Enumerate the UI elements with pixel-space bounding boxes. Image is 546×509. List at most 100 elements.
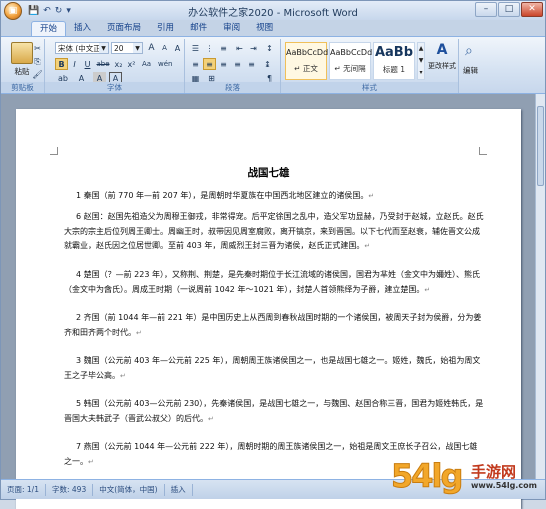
sort-icon[interactable]: ↕ xyxy=(263,42,276,54)
tab-3[interactable]: 引用 xyxy=(149,21,182,36)
editing-group: ⌕ 编辑 xyxy=(459,39,489,93)
watermark-url: www.54lg.com xyxy=(471,481,537,490)
style-sample: AaBb xyxy=(374,45,414,60)
paragraph-mark-icon: ↵ xyxy=(364,242,371,250)
document-title: 战国七雄 xyxy=(247,167,290,179)
paragraph: 4 楚国（？—前 223 年），又称荆、荆楚，是先秦时期位于长江流域的诸侯国，国… xyxy=(64,268,484,297)
minimize-button[interactable]: – xyxy=(475,2,497,17)
editing-button-label[interactable]: 编辑 xyxy=(463,65,478,76)
styles-scroll[interactable]: ▲ ▼ ▾ xyxy=(417,42,425,80)
numbering-icon[interactable]: ⋮ xyxy=(203,42,216,54)
style-name: ↵ 正文 xyxy=(294,64,318,73)
clipboard-group-label: 剪贴板 xyxy=(1,82,44,93)
find-icon[interactable]: ⌕ xyxy=(465,43,473,59)
scrollbar-thumb[interactable] xyxy=(537,106,544,186)
style-no-spacing[interactable]: AaBbCcDd ↵ 无间隔 xyxy=(329,42,373,80)
vertical-scrollbar[interactable] xyxy=(535,94,545,479)
paragraph: 2 齐国（前 1044 年—前 221 年）是中国历史上从西周到春秋战国时期的一… xyxy=(64,311,484,340)
superscript-button[interactable]: x² xyxy=(125,58,138,70)
style-heading-1[interactable]: AaBb 标题 1 xyxy=(373,42,415,80)
tab-2[interactable]: 页面布局 xyxy=(99,21,149,36)
title-bar: ▣ 💾 ↶ ↻ ▾ 办公软件之家2020 - Microsoft Word – … xyxy=(1,1,545,20)
crop-mark xyxy=(50,147,58,155)
cut-icon[interactable]: ✂ xyxy=(31,42,44,54)
chevron-down-icon: ▼ xyxy=(99,43,108,53)
paste-icon[interactable] xyxy=(11,42,33,64)
justify-icon[interactable]: ≡ xyxy=(231,58,244,70)
change-case-button[interactable]: Aa xyxy=(139,58,154,70)
change-styles-button[interactable]: A 更改样式 xyxy=(427,42,457,71)
status-language[interactable]: 中文(简体，中国) xyxy=(93,483,165,496)
distributed-icon[interactable]: ≡ xyxy=(245,58,258,70)
phonetic-guide-button[interactable]: wén xyxy=(157,58,172,70)
paragraph: 3 魏国（公元前 403 年—公元前 225 年），周朝周王族诸侯国之一，也是战… xyxy=(64,354,484,383)
styles-group: AaBbCcDd ↵ 正文 AaBbCcDd ↵ 无间隔 AaBb 标题 1 ▲… xyxy=(281,39,459,93)
font-size-combo[interactable]: 20 ▼ xyxy=(111,42,143,54)
paragraph-mark-icon: ↵ xyxy=(136,328,142,337)
decrease-indent-icon[interactable]: ⇤ xyxy=(233,42,246,54)
font-group-label: 字体 xyxy=(45,82,184,93)
paragraph-mark-icon: ↵ xyxy=(424,285,431,294)
status-page[interactable]: 页面: 1/1 xyxy=(1,483,46,496)
document-page[interactable]: 战国七雄 1 秦国（前 770 年—前 207 年），是周朝时华夏族在中国西北地… xyxy=(16,109,521,509)
paragraph-text: 3 魏国（公元前 403 年—公元前 225 年），周朝周王族诸侯国之一，也是战… xyxy=(64,356,481,380)
style-name: 标题 1 xyxy=(382,65,406,74)
font-group: 宋体 (中文正) ▼ 20 ▼ A A A B I U abe x₂ x² Aa w… xyxy=(45,39,185,93)
align-center-icon[interactable]: ≡ xyxy=(203,58,216,70)
style-normal[interactable]: AaBbCcDd ↵ 正文 xyxy=(285,42,329,80)
status-words[interactable]: 字数: 493 xyxy=(46,483,94,496)
style-name: ↵ 无间隔 xyxy=(334,64,366,73)
paragraph-text: 2 齐国（前 1044 年—前 221 年）是中国历史上从西周到春秋战国时期的一… xyxy=(64,313,482,337)
increase-indent-icon[interactable]: ⇥ xyxy=(247,42,260,54)
tab-4[interactable]: 邮件 xyxy=(182,21,215,36)
clear-format-button[interactable]: A xyxy=(171,42,184,54)
site-watermark: 54lg 手游网 www.54lg.com xyxy=(390,457,541,497)
close-button[interactable]: ✕ xyxy=(521,2,543,17)
paragraph-text: 4 楚国（？—前 223 年），又称荆、荆楚，是先秦时期位于长江流域的诸侯国，国… xyxy=(64,270,480,294)
styles-group-label: 样式 xyxy=(281,82,458,93)
status-mode[interactable]: 插入 xyxy=(165,483,193,496)
crop-mark xyxy=(479,147,487,155)
copy-icon[interactable]: ⎘ xyxy=(31,55,44,67)
tab-1[interactable]: 插入 xyxy=(66,21,99,36)
font-name-combo[interactable]: 宋体 (中文正) ▼ xyxy=(55,42,109,54)
align-right-icon[interactable]: ≡ xyxy=(217,58,230,70)
strikethrough-button[interactable]: abe xyxy=(95,58,111,70)
style-sample: AaBbCcDd xyxy=(330,48,373,57)
change-styles-label: 更改样式 xyxy=(428,62,456,70)
tab-6[interactable]: 视图 xyxy=(248,21,281,36)
watermark-logo: 54lg xyxy=(390,457,463,496)
bullets-icon[interactable]: ☰ xyxy=(189,42,202,54)
document-area: 战国七雄 1 秦国（前 770 年—前 207 年），是周朝时华夏族在中国西北地… xyxy=(1,94,535,509)
line-spacing-icon[interactable]: ↨ xyxy=(261,58,274,70)
chevron-down-icon: ▼ xyxy=(133,43,142,53)
bold-button[interactable]: B xyxy=(55,58,68,70)
font-size-value: 20 xyxy=(114,44,124,53)
multilevel-list-icon[interactable]: ≡ xyxy=(217,42,230,54)
clipboard-group: 粘贴 ✂ ⎘ 🖌 剪贴板 xyxy=(1,39,45,93)
format-painter-icon[interactable]: 🖌 xyxy=(31,68,44,80)
style-sample: AaBbCcDd xyxy=(286,48,329,57)
shrink-font-button[interactable]: A xyxy=(158,42,171,54)
paragraph: 6 赵国：赵国先祖造父为周穆王御戎，非常得宠。后平定徐国之乱中，造父军功显赫，乃… xyxy=(64,210,484,254)
subscript-button[interactable]: x₂ xyxy=(112,58,125,70)
tab-5[interactable]: 审阅 xyxy=(215,21,248,36)
paragraph-text: 5 韩国（公元前 403—公元前 230），先秦诸侯国，是战国七雄之一，与魏国、… xyxy=(64,399,484,423)
font-name-value: 宋体 (中文正) xyxy=(58,44,104,53)
underline-button[interactable]: U xyxy=(81,58,94,70)
paragraph-mark-icon: ↵ xyxy=(88,457,94,466)
ribbon-tabs: 开始 插入 页面布局 引用 邮件 审阅 视图 xyxy=(1,20,545,36)
align-left-icon[interactable]: ≡ xyxy=(189,58,202,70)
paragraph-mark-icon: ↵ xyxy=(208,414,214,423)
italic-button[interactable]: I xyxy=(68,58,81,70)
grow-font-button[interactable]: A xyxy=(145,42,158,54)
maximize-button[interactable]: □ xyxy=(498,2,520,17)
paragraph-group-label: 段落 xyxy=(185,82,280,93)
paragraph: 1 秦国（前 770 年—前 207 年），是周朝时华夏族在中国西北地区建立的诸… xyxy=(64,189,484,204)
watermark-text: 手游网 xyxy=(471,463,517,481)
tab-0[interactable]: 开始 xyxy=(31,21,67,36)
window-title: 办公软件之家2020 - Microsoft Word xyxy=(188,8,358,19)
ribbon: 粘贴 ✂ ⎘ 🖌 剪贴板 宋体 (中文正) ▼ 20 ▼ A A A B I U a… xyxy=(1,36,545,94)
paragraph: 5 韩国（公元前 403—公元前 230），先秦诸侯国，是战国七雄之一，与魏国、… xyxy=(64,397,484,426)
paragraph-mark-icon: ↵ xyxy=(120,371,126,380)
